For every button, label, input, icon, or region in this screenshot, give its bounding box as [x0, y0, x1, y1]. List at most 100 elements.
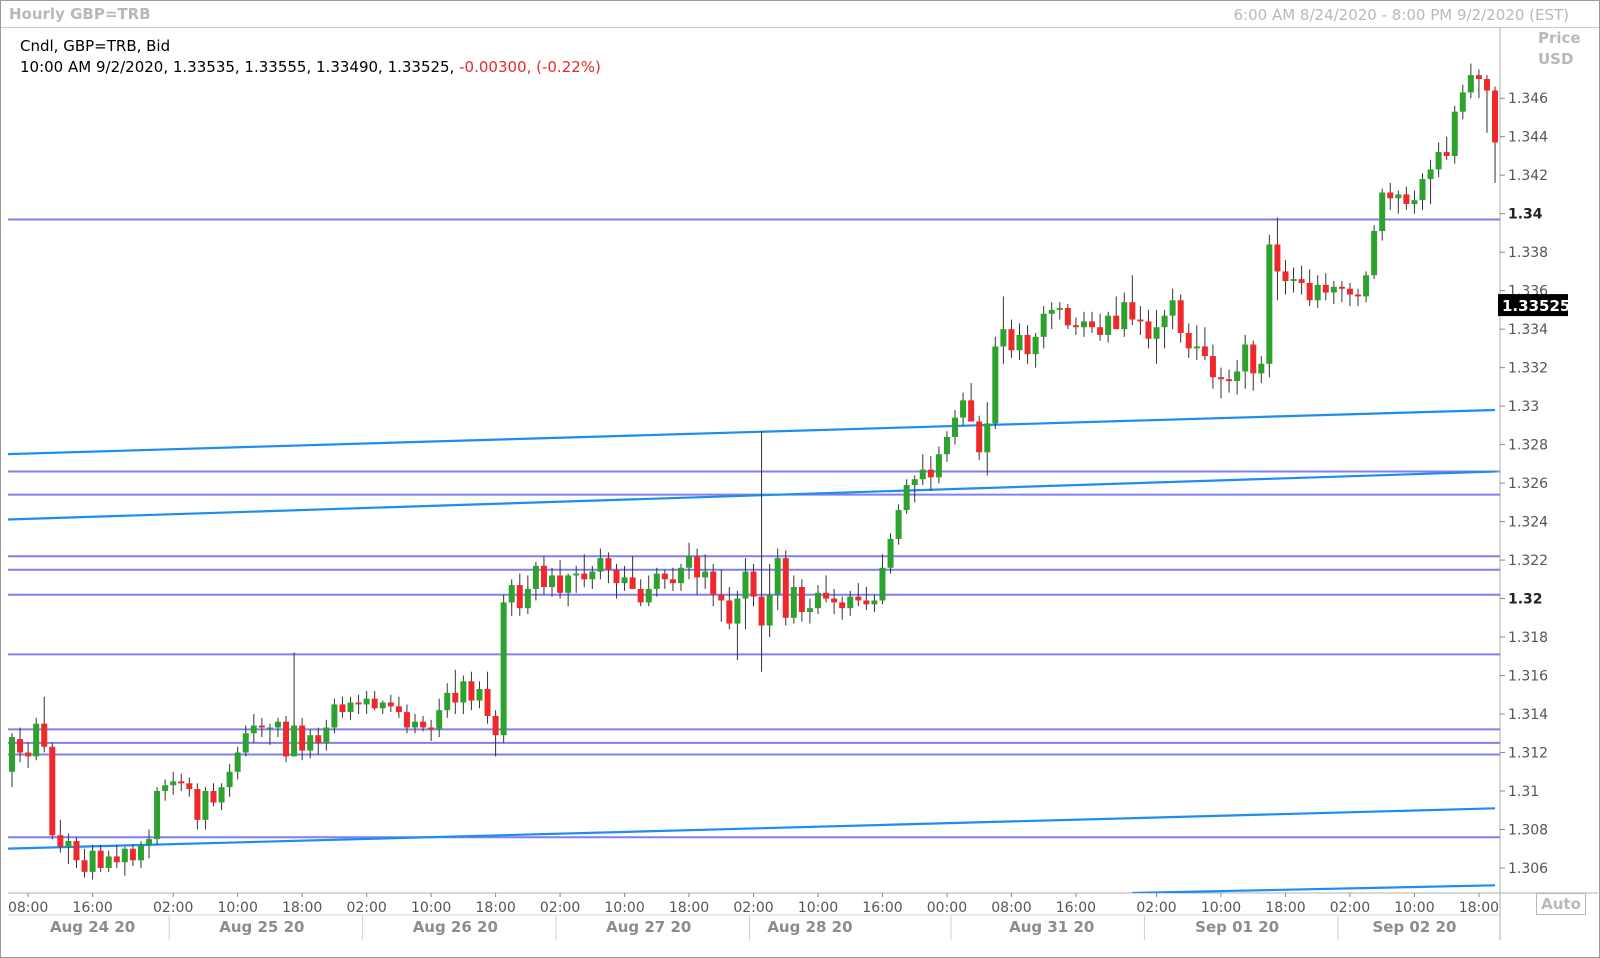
current-price-label: 1.33525 [1502, 297, 1570, 315]
candle-up [1314, 284, 1321, 301]
candle-up [1427, 169, 1434, 180]
candle-down [355, 702, 362, 705]
candle-down [1008, 329, 1015, 351]
candle-up [476, 689, 483, 701]
candle-down [1500, 142, 1506, 157]
candle-down [637, 588, 644, 603]
candle-up [734, 598, 741, 624]
candle-down [1322, 284, 1329, 293]
candle-down [1338, 286, 1345, 289]
candle-up [508, 585, 515, 603]
candle-up [1242, 344, 1249, 372]
candle-down [1250, 344, 1257, 374]
x-tick-label: 16:00 [862, 900, 902, 916]
candle-down [1145, 321, 1152, 339]
candle-down [468, 681, 475, 701]
candle-up [162, 785, 169, 792]
candle-down [492, 715, 499, 736]
candle-down [1557, 250, 1563, 260]
candle-down [823, 592, 830, 599]
candle-up [645, 588, 652, 603]
candle-up [65, 841, 72, 847]
x-tick-label: 16:00 [1056, 900, 1096, 916]
candle-down [927, 469, 934, 478]
candle-down [178, 781, 185, 784]
y-tick-label: 1.342 [1508, 168, 1548, 184]
candle-up [331, 704, 338, 728]
trendline [8, 408, 1496, 456]
price-axis-title: Price USD [1538, 28, 1581, 70]
x-date-label: Aug 24 20 [50, 918, 135, 936]
candle-up [89, 850, 96, 872]
candle-down [339, 704, 346, 713]
candle-down [283, 721, 290, 757]
candle-down [49, 746, 56, 836]
candle-up [589, 571, 596, 580]
candle-down [1475, 75, 1482, 79]
candle-down [831, 598, 838, 603]
candle-up [323, 727, 330, 743]
candle-up [33, 723, 40, 757]
y-tick-label: 1.308 [1508, 822, 1548, 838]
auto-scale-button[interactable]: Auto [1536, 893, 1586, 915]
candle-down [315, 735, 322, 743]
candle-up [1258, 363, 1265, 374]
candle-up [992, 346, 999, 424]
candle-down [1137, 319, 1144, 322]
candle-up [686, 556, 693, 568]
candle-down [758, 596, 765, 626]
candle-up [1330, 286, 1337, 293]
y-tick-label: 1.318 [1508, 630, 1548, 646]
candlestick-chart[interactable]: 1.306 1.308 1.31 1.312 1.314 1.316 1.318 1.32 1.… [0, 0, 1600, 958]
candle-down [129, 848, 136, 861]
candle-up [1234, 371, 1241, 382]
candle-up [1290, 279, 1297, 282]
x-date-label: Aug 31 20 [1009, 918, 1094, 936]
candle-up [935, 454, 942, 478]
x-tick-label: 18:00 [282, 900, 322, 916]
candle-down [1346, 288, 1353, 295]
candle-up [573, 573, 580, 576]
x-tick-label: 10:00 [411, 900, 451, 916]
candle-down [694, 556, 701, 578]
candle-up [137, 844, 144, 861]
candle-down [1443, 152, 1450, 156]
candle-down [839, 602, 846, 609]
x-tick-label: 08:00 [8, 900, 48, 916]
candle-down [1218, 377, 1224, 380]
candle-up [911, 479, 918, 486]
candle-down [1209, 356, 1216, 378]
candle-up [500, 602, 507, 736]
y-tick-label: 1.316 [1508, 669, 1548, 685]
y-tick-label: 1.326 [1508, 476, 1548, 492]
candle-down [516, 585, 523, 609]
candle-up [1048, 309, 1055, 314]
candle-up [766, 594, 773, 626]
trendline [8, 807, 1496, 850]
candle-up [532, 565, 539, 589]
candle-up [9, 737, 15, 772]
candle-up [266, 727, 273, 730]
candle-down [1306, 282, 1313, 301]
candle-up [653, 573, 660, 589]
candle-up [952, 417, 959, 437]
candle-up [887, 538, 894, 568]
candle-up [105, 856, 112, 868]
candle-down [669, 579, 676, 584]
candle-down [395, 706, 402, 713]
candle-down [420, 721, 427, 728]
candle-up [1032, 336, 1039, 355]
candle-down [581, 573, 588, 580]
legend-series: Cndl, GBP=TRB, Bid [20, 37, 171, 55]
candle-down [25, 752, 32, 757]
candle-down [387, 702, 394, 707]
legend-values: 10:00 AM 9/2/2020, 1.33535, 1.33555, 1.3… [20, 58, 460, 76]
candle-down [371, 698, 378, 709]
x-tick-label: 10:00 [1201, 900, 1241, 916]
y-tick-label: 1.32 [1508, 592, 1543, 608]
candle-down [1201, 346, 1208, 357]
y-tick-label: 1.328 [1508, 438, 1548, 454]
candle-up [242, 733, 249, 753]
x-tick-label: 00:00 [927, 900, 967, 916]
candle-up [379, 702, 386, 709]
